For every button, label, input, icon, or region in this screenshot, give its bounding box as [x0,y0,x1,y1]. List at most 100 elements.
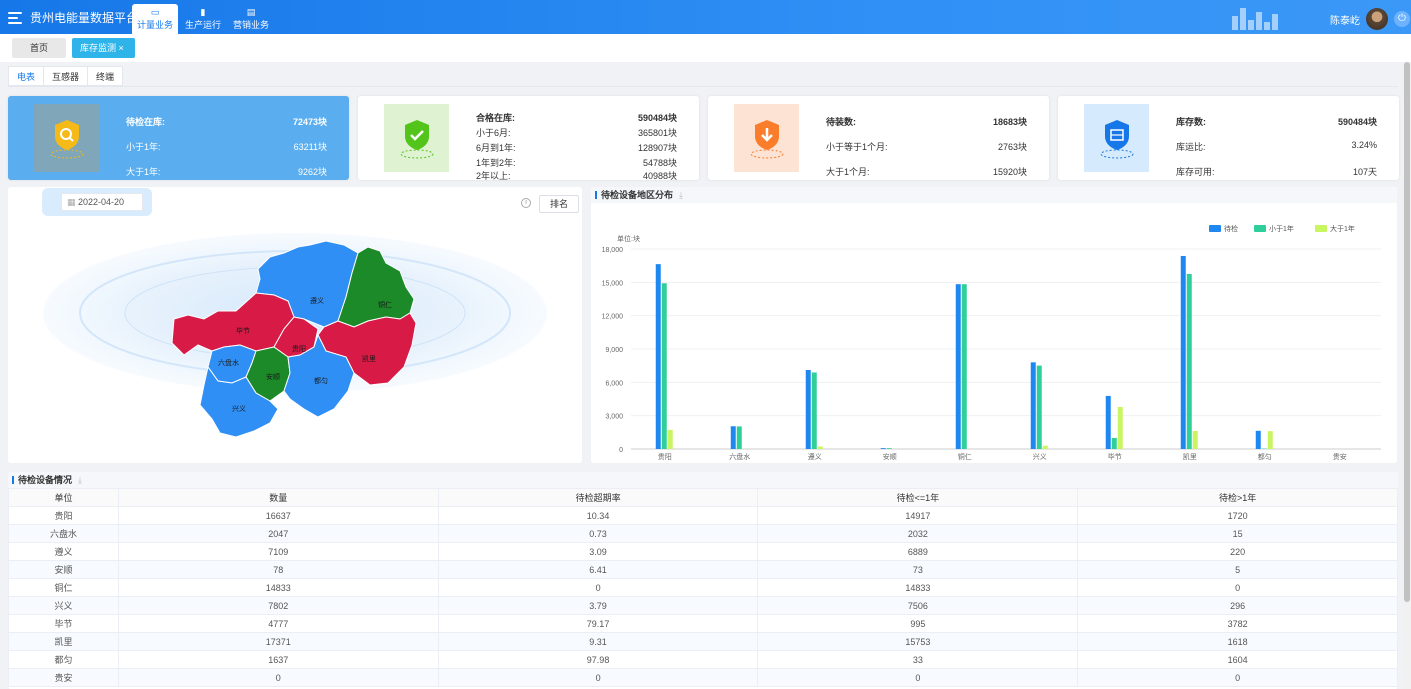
table-row[interactable]: 兴义 7802 3.79 7506 296 [8,596,1398,615]
table-cell: 凯里 [8,632,119,651]
nav-marketing[interactable]: ▤ 营销业务 [228,4,274,34]
guizhou-map: 遵义 铜仁 毕节 六盘水 贵阳 凯里 安顺 都匀 兴义 [43,233,547,438]
table-row[interactable]: 遵义 7109 3.09 6889 220 [8,542,1398,561]
table-row[interactable]: 安顺 78 6.41 73 5 [8,560,1398,579]
tab-meter[interactable]: 电表 [8,66,45,86]
table-cell: 1604 [1077,650,1398,669]
card-value: 15920块 [992,167,1027,177]
chart-title: 待检设备地区分布 [601,190,674,200]
table-cell: 0 [1077,578,1398,597]
table-cell: 铜仁 [8,578,119,597]
page-scrollbar[interactable] [1403,62,1411,689]
device-type-tabs: 电表 互感器 终端 [8,66,124,86]
y-tick-label: 12,000 [602,314,624,321]
tab-inventory-monitor[interactable]: 库存监测 × [72,38,135,58]
avatar[interactable] [1366,8,1388,30]
table-cell: 9.31 [437,632,759,651]
table-cell: 10.34 [437,506,759,525]
scrollbar-thumb[interactable] [1404,62,1410,602]
bar-兴义-大于1年 [1042,445,1048,449]
card-label: 库存数: [1176,117,1206,127]
card-label: 小于6月: [476,128,511,138]
monitor-icon: ▭ [150,7,160,17]
y-tick-label: 9,000 [605,347,623,354]
table-cell: 296 [1077,596,1398,615]
x-tick-label: 遵义 [808,452,822,461]
map-label-kaili: 凯里 [362,354,376,363]
table-row[interactable]: 六盘水 2047 0.73 2032 15 [8,524,1398,543]
table-row[interactable]: 都匀 1637 97.98 33 1604 [8,650,1398,669]
table-cell: 1720 [1077,506,1398,525]
column-header: 单位 [8,488,119,507]
card-label: 待检在库: [126,117,165,127]
table-row[interactable]: 毕节 4777 79.17 995 3782 [8,614,1398,633]
bar-铜仁-小于1年 [961,284,967,449]
download-icon[interactable]: ⤓ [679,190,683,200]
nav-label: 生产运行 [184,20,221,30]
table-row[interactable]: 贵安 0 0 0 0 [8,668,1398,687]
user-name[interactable]: 陈泰屹 [1330,12,1360,27]
x-tick-label: 凯里 [1183,452,1197,461]
chart-panel-header: 待检设备地区分布 ⤓ [591,187,1397,203]
table-cell: 2047 [117,524,439,543]
x-tick-label: 安顺 [883,452,897,461]
document-icon: ▤ [246,7,256,17]
map-label-xingyi: 兴义 [232,404,246,413]
table-row[interactable]: 贵阳 16637 10.34 14917 1720 [8,506,1398,525]
table-cell: 33 [757,650,1079,669]
menu-icon[interactable] [8,11,24,24]
y-tick-label: 15,000 [602,280,624,287]
card-value: 9262块 [297,167,327,177]
table-cell: 17371 [117,632,439,651]
inspection-table: 单位 数量 待检超期率 待检<=1年 待检>1年 贵阳 16637 10.34 14917 17… [8,488,1398,687]
table-cell: 3782 [1077,614,1398,633]
table-row[interactable]: 铜仁 14833 0 14833 0 [8,578,1398,597]
calendar-icon: ▦ [67,197,79,207]
divider [8,86,1398,87]
bar-都匀-大于1年 [1267,431,1273,449]
table-row[interactable]: 凯里 17371 9.31 15753 1618 [8,632,1398,651]
app-logo: 贵州电能量数据平台 [8,9,138,26]
info-icon[interactable]: i [521,198,531,208]
card-pending-install: 待装数: 18683块 小于等于1个月: 2763块 大于1个月: 15920块 [708,96,1049,180]
card-label: 1年到2年: [476,158,516,168]
card-label: 待装数: [826,117,856,127]
nav-metering[interactable]: ▭ 计量业务 [132,4,178,34]
sort-button[interactable]: 排名 [539,195,579,213]
table-cell: 78 [117,560,439,579]
x-tick-label: 铜仁 [958,452,972,461]
table-cell: 97.98 [437,650,759,669]
card-label: 合格在库: [476,113,515,123]
column-header: 待检>1年 [1077,488,1398,507]
nav-production[interactable]: ▮ 生产运行 [180,4,226,34]
chart-panel: 待检设备地区分布 ⤓ 0 3,000 6,000 9,000 12,000 15,000 18… [591,187,1397,463]
map-label-liupanshui: 六盘水 [218,358,239,367]
table-cell: 兴义 [8,596,119,615]
nav-label: 计量业务 [136,20,173,30]
table-cell: 安顺 [8,560,119,579]
bar-毕节-大于1年 [1117,406,1123,449]
bar-chart: 0 3,000 6,000 9,000 12,000 15,000 18,000 单位:块贵阳… [602,224,1381,461]
card-value: 3.24% [1351,140,1377,150]
table-header-row: 单位 数量 待检超期率 待检<=1年 待检>1年 [8,488,1398,507]
x-tick-label: 兴义 [1033,452,1047,461]
tab-transformer[interactable]: 互感器 [43,66,89,86]
table-cell: 995 [757,614,1079,633]
power-icon[interactable]: ⏻ [1394,11,1410,27]
legend-label: 小于1年 [1269,224,1294,233]
x-tick-label: 贵阳 [658,452,672,461]
tab-terminal[interactable]: 终端 [87,66,124,86]
bar-遵义-待检 [805,370,811,449]
download-icon[interactable]: ⤓ [78,475,82,485]
table-cell: 79.17 [437,614,759,633]
tab-home[interactable]: 首页 [12,38,66,58]
map-label-anshun: 安顺 [266,372,280,381]
bar-安顺-小于1年 [886,448,892,449]
card-value: 18683块 [992,117,1027,127]
table-cell: 3.79 [437,596,759,615]
card-value: 107天 [1352,167,1377,177]
bar-安顺-待检 [880,448,886,449]
date-picker[interactable]: ▦ 2022-04-20 [61,193,143,211]
table-cell: 7506 [757,596,1079,615]
card-label: 6月到1年: [476,143,516,153]
